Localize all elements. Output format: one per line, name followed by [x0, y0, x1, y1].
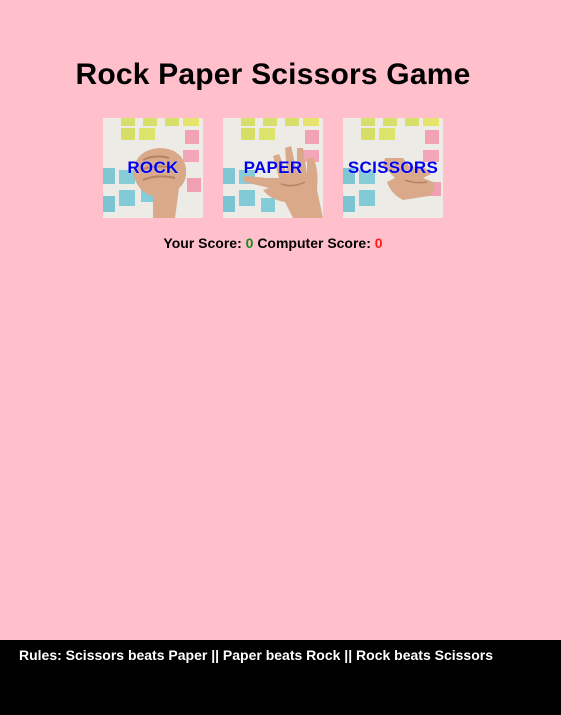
scissors-label: SCISSORS	[347, 158, 439, 177]
scoreboard: Your Score: 0 Computer Score: 0	[0, 235, 546, 251]
paper-label: PAPER	[243, 158, 303, 177]
choice-buttons: ROCK PAPER SCISSORS	[103, 118, 443, 218]
paper-button[interactable]: PAPER	[223, 118, 323, 218]
your-score-value: 0	[245, 235, 254, 251]
scissors-button[interactable]: SCISSORS	[343, 118, 443, 218]
rock-label: ROCK	[127, 158, 179, 177]
rules-text: Rules: Scissors beats Paper || Paper bea…	[19, 647, 493, 663]
footer: Rules: Scissors beats Paper || Paper bea…	[0, 640, 561, 715]
your-score-label: Your Score:	[163, 235, 242, 251]
page-title: Rock Paper Scissors Game	[75, 58, 471, 91]
computer-score-value: 0	[374, 235, 383, 251]
rock-button[interactable]: ROCK	[103, 118, 203, 218]
computer-score-label: Computer Score:	[257, 235, 371, 251]
